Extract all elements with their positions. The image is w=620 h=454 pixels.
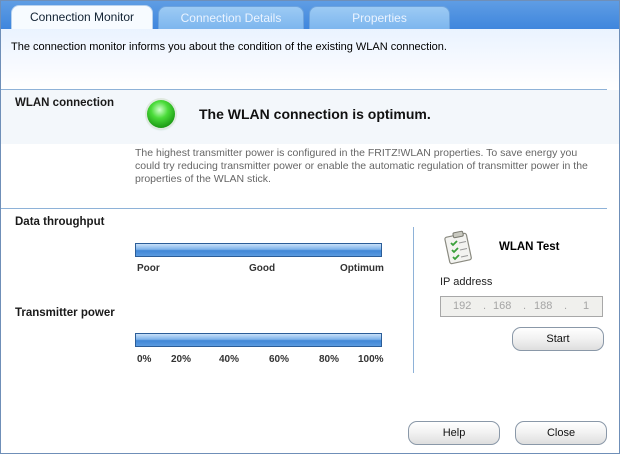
scale-label-good: Good — [249, 263, 276, 274]
vertical-divider — [413, 227, 414, 373]
scale-label-20: 20% — [171, 354, 192, 365]
wlan-connection-title: WLAN connection — [15, 97, 115, 109]
ip-octet-2: 168 — [493, 300, 512, 312]
intro-text: The connection monitor informs you about… — [11, 41, 447, 53]
wlan-test-title: WLAN Test — [499, 241, 560, 253]
tab-properties[interactable]: Properties — [309, 6, 450, 29]
scale-label-60: 60% — [269, 354, 290, 365]
ip-address-label: IP address — [440, 276, 493, 288]
tab-connection-monitor[interactable]: Connection Monitor — [11, 5, 153, 29]
ip-octet-3: 188 — [534, 300, 553, 312]
data-throughput-fill — [136, 244, 381, 256]
ip-dot: . — [483, 300, 487, 312]
transmitter-power-fill — [136, 334, 381, 346]
tab-connection-details[interactable]: Connection Details — [158, 6, 304, 29]
scale-label-80: 80% — [319, 354, 340, 365]
ip-dot: . — [564, 300, 568, 312]
close-button[interactable]: Close — [515, 421, 607, 445]
ip-dot: . — [523, 300, 527, 312]
scale-label-optimum: Optimum — [340, 263, 384, 274]
scale-label-poor: Poor — [137, 263, 160, 274]
transmitter-power-bar — [135, 333, 382, 347]
scale-label-100: 100% — [358, 354, 384, 365]
scale-label-40: 40% — [219, 354, 240, 365]
ip-address-field[interactable]: 192 . 168 . 188 . 1 — [440, 296, 603, 317]
tab-bar: Connection Monitor Connection Details Pr… — [1, 1, 619, 29]
scale-label-0: 0% — [137, 354, 152, 365]
info-text: The highest transmitter power is configu… — [135, 147, 588, 185]
status-message: The WLAN connection is optimum. — [199, 106, 431, 122]
connection-monitor-window: Connection Monitor Connection Details Pr… — [0, 0, 620, 454]
green-status-led-icon — [147, 100, 175, 128]
ip-octet-4: 1 — [583, 300, 590, 312]
data-throughput-title: Data throughput — [15, 216, 105, 228]
ip-octet-1: 192 — [453, 300, 472, 312]
help-button[interactable]: Help — [408, 421, 500, 445]
data-throughput-bar — [135, 243, 382, 257]
divider — [1, 208, 607, 209]
header-band — [1, 29, 619, 89]
clipboard-checklist-icon — [444, 230, 472, 265]
start-button[interactable]: Start — [512, 327, 604, 351]
transmitter-power-title: Transmitter power — [15, 307, 115, 319]
